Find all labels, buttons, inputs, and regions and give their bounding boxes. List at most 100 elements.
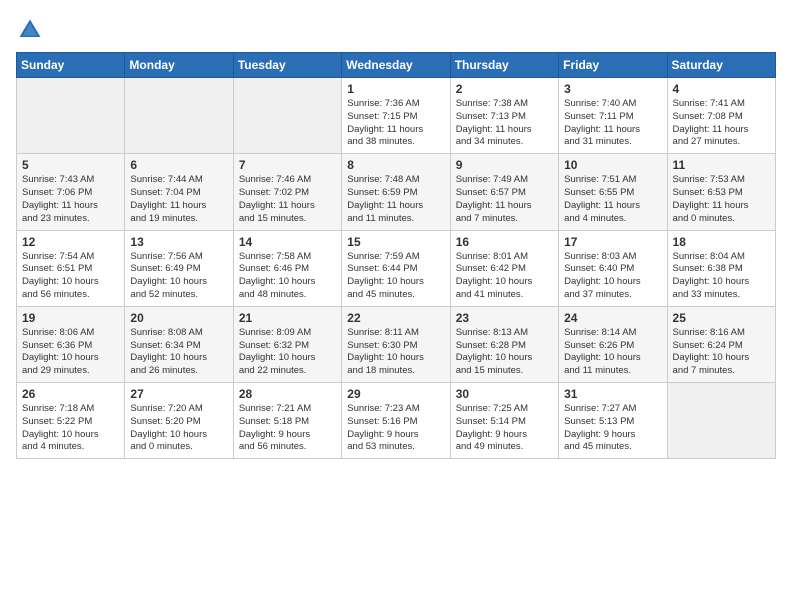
calendar-cell: 3 Sunrise: 7:40 AM Sunset: 7:11 PM Daylig… xyxy=(559,78,667,154)
weekday-header-wednesday: Wednesday xyxy=(342,53,450,78)
day-number: 24 xyxy=(564,311,661,325)
day-info: Sunrise: 7:51 AM Sunset: 6:55 PM Dayligh… xyxy=(564,174,661,225)
day-info: Sunrise: 7:46 AM Sunset: 7:02 PM Dayligh… xyxy=(239,174,336,225)
calendar-cell: 24 Sunrise: 8:14 AM Sunset: 6:26 PM Dayli… xyxy=(559,306,667,382)
weekday-header-thursday: Thursday xyxy=(450,53,558,78)
calendar-cell: 1Sunrise: 7:36 AM Sunset: 7:15 PM Daylig… xyxy=(342,78,450,154)
calendar-cell: 26 Sunrise: 7:18 AM Sunset: 5:22 PM Dayli… xyxy=(17,383,125,459)
day-number: 2 xyxy=(456,82,553,96)
calendar-cell: 28 Sunrise: 7:21 AM Sunset: 5:18 PM Dayli… xyxy=(233,383,341,459)
calendar-cell: 8 Sunrise: 7:48 AM Sunset: 6:59 PM Daylig… xyxy=(342,154,450,230)
day-number: 3 xyxy=(564,82,661,96)
calendar-cell: 25 Sunrise: 8:16 AM Sunset: 6:24 PM Dayli… xyxy=(667,306,775,382)
day-number: 25 xyxy=(673,311,770,325)
day-number: 18 xyxy=(673,235,770,249)
day-number: 17 xyxy=(564,235,661,249)
calendar-cell xyxy=(233,78,341,154)
calendar-table: SundayMondayTuesdayWednesdayThursdayFrid… xyxy=(16,52,776,459)
day-info: Sunrise: 7:38 AM Sunset: 7:13 PM Dayligh… xyxy=(456,98,553,149)
calendar-week-row: 1Sunrise: 7:36 AM Sunset: 7:15 PM Daylig… xyxy=(17,78,776,154)
day-number: 14 xyxy=(239,235,336,249)
day-info: Sunrise: 7:25 AM Sunset: 5:14 PM Dayligh… xyxy=(456,403,553,454)
calendar-cell: 19Sunrise: 8:06 AM Sunset: 6:36 PM Dayli… xyxy=(17,306,125,382)
day-number: 29 xyxy=(347,387,444,401)
calendar-cell: 14 Sunrise: 7:58 AM Sunset: 6:46 PM Dayli… xyxy=(233,230,341,306)
day-info: Sunrise: 8:03 AM Sunset: 6:40 PM Dayligh… xyxy=(564,251,661,302)
calendar-cell: 31 Sunrise: 7:27 AM Sunset: 5:13 PM Dayli… xyxy=(559,383,667,459)
calendar-week-row: 5Sunrise: 7:43 AM Sunset: 7:06 PM Daylig… xyxy=(17,154,776,230)
calendar-cell: 11 Sunrise: 7:53 AM Sunset: 6:53 PM Dayli… xyxy=(667,154,775,230)
day-info: Sunrise: 8:04 AM Sunset: 6:38 PM Dayligh… xyxy=(673,251,770,302)
day-info: Sunrise: 7:20 AM Sunset: 5:20 PM Dayligh… xyxy=(130,403,227,454)
weekday-header-monday: Monday xyxy=(125,53,233,78)
logo-icon xyxy=(16,16,44,44)
calendar-cell xyxy=(17,78,125,154)
calendar-cell: 18 Sunrise: 8:04 AM Sunset: 6:38 PM Dayli… xyxy=(667,230,775,306)
day-info: Sunrise: 8:14 AM Sunset: 6:26 PM Dayligh… xyxy=(564,327,661,378)
day-number: 15 xyxy=(347,235,444,249)
day-number: 23 xyxy=(456,311,553,325)
day-info: Sunrise: 7:23 AM Sunset: 5:16 PM Dayligh… xyxy=(347,403,444,454)
day-number: 20 xyxy=(130,311,227,325)
day-info: Sunrise: 7:40 AM Sunset: 7:11 PM Dayligh… xyxy=(564,98,661,149)
day-info: Sunrise: 7:18 AM Sunset: 5:22 PM Dayligh… xyxy=(22,403,119,454)
day-number: 5 xyxy=(22,158,119,172)
calendar-cell xyxy=(125,78,233,154)
calendar-week-row: 12 Sunrise: 7:54 AM Sunset: 6:51 PM Dayli… xyxy=(17,230,776,306)
page-container: SundayMondayTuesdayWednesdayThursdayFrid… xyxy=(0,0,792,467)
day-info: Sunrise: 8:16 AM Sunset: 6:24 PM Dayligh… xyxy=(673,327,770,378)
day-number: 21 xyxy=(239,311,336,325)
calendar-cell xyxy=(667,383,775,459)
calendar-cell: 13 Sunrise: 7:56 AM Sunset: 6:49 PM Dayli… xyxy=(125,230,233,306)
day-info: Sunrise: 7:53 AM Sunset: 6:53 PM Dayligh… xyxy=(673,174,770,225)
day-number: 16 xyxy=(456,235,553,249)
logo xyxy=(16,16,48,44)
day-number: 28 xyxy=(239,387,336,401)
day-info: Sunrise: 8:09 AM Sunset: 6:32 PM Dayligh… xyxy=(239,327,336,378)
calendar-cell: 2 Sunrise: 7:38 AM Sunset: 7:13 PM Daylig… xyxy=(450,78,558,154)
day-info: Sunrise: 7:44 AM Sunset: 7:04 PM Dayligh… xyxy=(130,174,227,225)
calendar-cell: 10 Sunrise: 7:51 AM Sunset: 6:55 PM Dayli… xyxy=(559,154,667,230)
calendar-cell: 9 Sunrise: 7:49 AM Sunset: 6:57 PM Daylig… xyxy=(450,154,558,230)
day-info: Sunrise: 7:54 AM Sunset: 6:51 PM Dayligh… xyxy=(22,251,119,302)
calendar-cell: 4Sunrise: 7:41 AM Sunset: 7:08 PM Daylig… xyxy=(667,78,775,154)
day-number: 8 xyxy=(347,158,444,172)
day-info: Sunrise: 8:13 AM Sunset: 6:28 PM Dayligh… xyxy=(456,327,553,378)
calendar-cell: 15Sunrise: 7:59 AM Sunset: 6:44 PM Dayli… xyxy=(342,230,450,306)
day-info: Sunrise: 7:49 AM Sunset: 6:57 PM Dayligh… xyxy=(456,174,553,225)
day-number: 9 xyxy=(456,158,553,172)
day-number: 12 xyxy=(22,235,119,249)
calendar-header-row: SundayMondayTuesdayWednesdayThursdayFrid… xyxy=(17,53,776,78)
page-header xyxy=(16,16,776,44)
day-info: Sunrise: 8:11 AM Sunset: 6:30 PM Dayligh… xyxy=(347,327,444,378)
day-info: Sunrise: 8:06 AM Sunset: 6:36 PM Dayligh… xyxy=(22,327,119,378)
day-info: Sunrise: 7:27 AM Sunset: 5:13 PM Dayligh… xyxy=(564,403,661,454)
day-info: Sunrise: 7:21 AM Sunset: 5:18 PM Dayligh… xyxy=(239,403,336,454)
day-info: Sunrise: 7:41 AM Sunset: 7:08 PM Dayligh… xyxy=(673,98,770,149)
day-number: 31 xyxy=(564,387,661,401)
calendar-cell: 23 Sunrise: 8:13 AM Sunset: 6:28 PM Dayli… xyxy=(450,306,558,382)
day-number: 11 xyxy=(673,158,770,172)
day-number: 26 xyxy=(22,387,119,401)
weekday-header-tuesday: Tuesday xyxy=(233,53,341,78)
day-info: Sunrise: 7:58 AM Sunset: 6:46 PM Dayligh… xyxy=(239,251,336,302)
day-number: 27 xyxy=(130,387,227,401)
day-number: 7 xyxy=(239,158,336,172)
day-info: Sunrise: 7:48 AM Sunset: 6:59 PM Dayligh… xyxy=(347,174,444,225)
day-number: 10 xyxy=(564,158,661,172)
calendar-cell: 12 Sunrise: 7:54 AM Sunset: 6:51 PM Dayli… xyxy=(17,230,125,306)
day-number: 22 xyxy=(347,311,444,325)
calendar-cell: 30Sunrise: 7:25 AM Sunset: 5:14 PM Dayli… xyxy=(450,383,558,459)
calendar-cell: 29 Sunrise: 7:23 AM Sunset: 5:16 PM Dayli… xyxy=(342,383,450,459)
calendar-cell: 21 Sunrise: 8:09 AM Sunset: 6:32 PM Dayli… xyxy=(233,306,341,382)
calendar-cell: 22 Sunrise: 8:11 AM Sunset: 6:30 PM Dayli… xyxy=(342,306,450,382)
calendar-cell: 7 Sunrise: 7:46 AM Sunset: 7:02 PM Daylig… xyxy=(233,154,341,230)
calendar-cell: 16Sunrise: 8:01 AM Sunset: 6:42 PM Dayli… xyxy=(450,230,558,306)
calendar-week-row: 26 Sunrise: 7:18 AM Sunset: 5:22 PM Dayli… xyxy=(17,383,776,459)
calendar-cell: 5Sunrise: 7:43 AM Sunset: 7:06 PM Daylig… xyxy=(17,154,125,230)
day-info: Sunrise: 7:36 AM Sunset: 7:15 PM Dayligh… xyxy=(347,98,444,149)
weekday-header-saturday: Saturday xyxy=(667,53,775,78)
day-number: 13 xyxy=(130,235,227,249)
calendar-cell: 6Sunrise: 7:44 AM Sunset: 7:04 PM Daylig… xyxy=(125,154,233,230)
day-info: Sunrise: 7:56 AM Sunset: 6:49 PM Dayligh… xyxy=(130,251,227,302)
